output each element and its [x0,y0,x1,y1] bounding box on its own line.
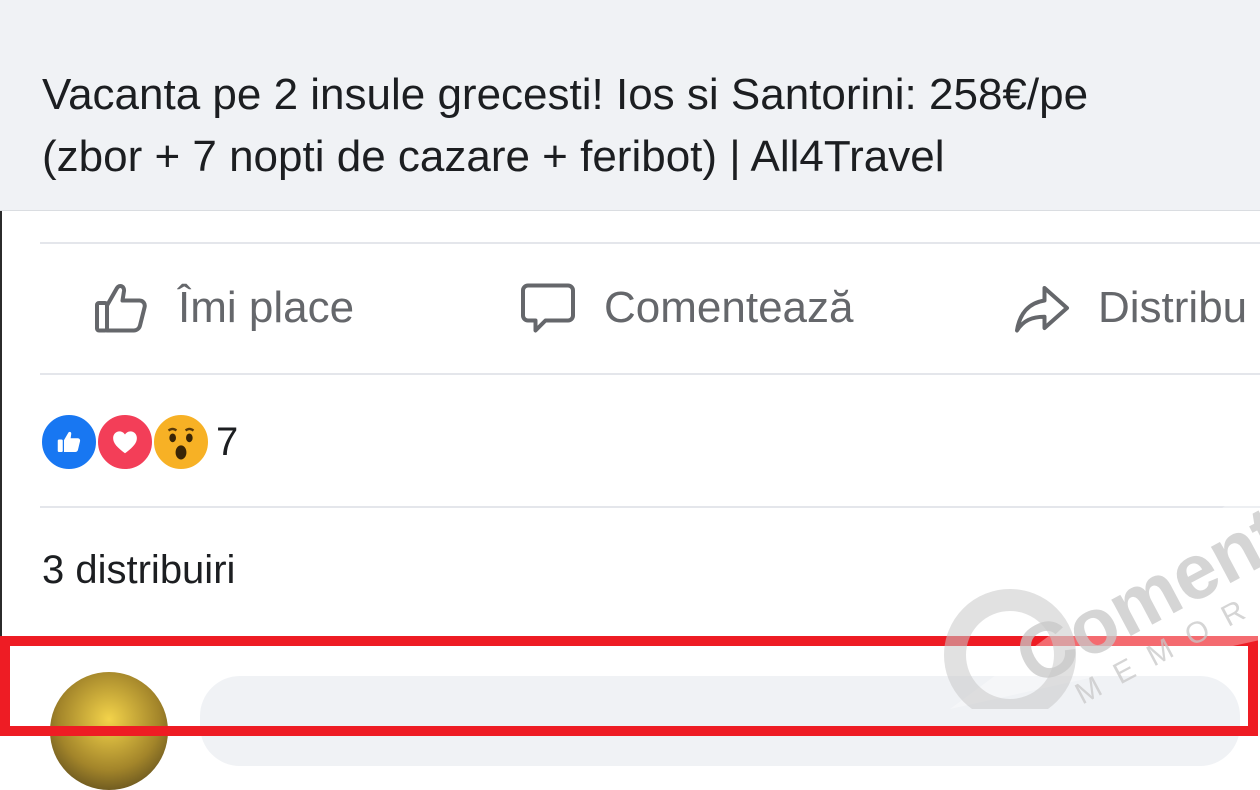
link-title[interactable]: Vacanta pe 2 insule grecesti! Ios si San… [42,64,1260,188]
like-label: Îmi place [178,283,355,332]
comment-icon [521,283,575,333]
link-title-line-1: Vacanta pe 2 insule grecesti! Ios si San… [42,70,1089,119]
divider [40,373,1260,375]
like-reaction-icon [40,413,98,471]
like-button[interactable]: Îmi place [92,244,354,372]
highlight-box [0,636,1258,736]
share-label: Distribu [1098,283,1248,332]
post-action-bar: Îmi place Comentează Distribu [0,244,1260,372]
comment-label: Comentează [604,283,854,332]
reactions-count: 7 [216,419,239,464]
divider [40,506,1260,508]
share-arrow-icon [1015,286,1069,333]
love-reaction-icon [96,413,154,471]
wow-reaction-icon [152,413,210,471]
reactions-summary[interactable]: 7 [40,413,238,471]
thumbs-up-icon [95,284,147,333]
share-button[interactable]: Distribu [1012,244,1247,372]
comment-button[interactable]: Comentează [518,244,853,372]
link-title-line-2: (zbor + 7 nopti de cazare + feribot) | A… [42,132,945,181]
link-preview[interactable]: Vacanta pe 2 insule grecesti! Ios si San… [0,0,1260,211]
shares-count[interactable]: 3 distribuiri [42,548,235,593]
